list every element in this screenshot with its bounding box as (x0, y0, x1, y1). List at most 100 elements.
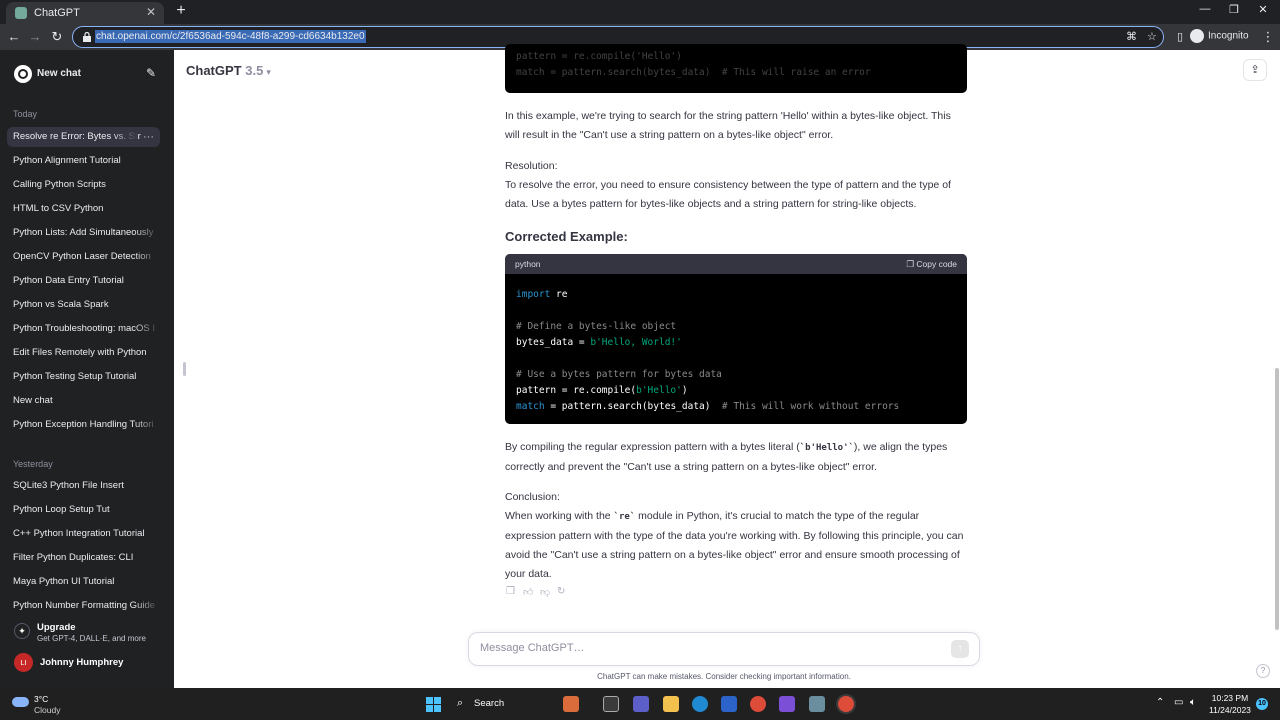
incognito-label: Incognito (1208, 30, 1249, 42)
send-button[interactable]: ↑ (951, 640, 969, 658)
browser-menu-icon[interactable]: ⋮ (1260, 29, 1276, 45)
conversation-item[interactable]: Edit Files Remotely with Python (7, 343, 160, 363)
window-close-icon[interactable]: ✕ (1248, 3, 1278, 16)
conversation-title: New chat (13, 395, 53, 406)
thumbs-up-icon[interactable]: 👍︎ (523, 586, 533, 598)
incognito-eye-icon[interactable]: ⌘ (1126, 30, 1137, 43)
chatgpt-favicon-icon (15, 7, 27, 19)
conversation-item[interactable]: Python Number Formatting Guide (7, 596, 160, 616)
section-label-today: Today (13, 109, 38, 119)
browser-tab[interactable]: ChatGPT ✕ (6, 2, 164, 24)
edit-icon[interactable]: ✎ (146, 66, 156, 80)
code-line: # Use a bytes pattern for bytes data (516, 369, 722, 380)
system-clock[interactable]: 10:23 PM 11/24/2023 (1209, 692, 1251, 716)
clipboard-icon: ❐ (906, 259, 914, 269)
site-info-icon[interactable] (82, 32, 92, 42)
code-line: pattern = re.compile(b'Hello') (516, 385, 688, 396)
conversation-title: Python Data Entry Tutorial (13, 275, 124, 286)
search-icon: ⌕ (457, 697, 464, 709)
conversation-item[interactable]: Filter Python Duplicates: CLI (7, 548, 160, 568)
disclaimer-text: ChatGPT can make mistakes. Consider chec… (597, 672, 851, 681)
conversation-item[interactable]: C++ Python Integration Tutorial (7, 524, 160, 544)
conversation-title: Python vs Scala Spark (13, 299, 109, 310)
tray-chevron-icon[interactable]: ⌃ (1156, 697, 1164, 708)
conversation-item[interactable]: Calling Python Scripts (7, 175, 160, 195)
conversation-item[interactable]: Python Lists: Add Simultaneously (7, 223, 160, 243)
upgrade-button[interactable]: ✦ Upgrade Get GPT-4, DALL·E, and more (7, 619, 160, 647)
resolution-label: Resolution: (505, 160, 558, 172)
conversation-item[interactable]: Python Troubleshooting: macOS I (7, 319, 160, 339)
regenerate-icon[interactable]: ↻ (557, 586, 565, 597)
copy-code-label: Copy code (916, 259, 957, 269)
conversation-item[interactable]: Python vs Scala Spark (7, 295, 160, 315)
example-paragraph: In this example, we're trying to search … (505, 110, 951, 141)
message-input[interactable] (480, 642, 920, 654)
conversation-item[interactable]: Resolve re Error: Bytes vs. Str ··· (7, 127, 160, 147)
reload-button[interactable]: ↻ (49, 29, 65, 45)
model-selector[interactable]: ChatGPT 3.5 ▾ (186, 63, 271, 78)
task-view-icon[interactable] (603, 696, 619, 712)
minimize-icon[interactable]: — (1190, 3, 1220, 15)
chrome-active-icon[interactable] (838, 696, 854, 712)
conversation-title: Python Loop Setup Tut (13, 504, 110, 515)
conversation-item[interactable]: New chat (7, 391, 160, 411)
volume-icon[interactable]: 🔈︎ (1190, 697, 1196, 708)
bookmark-star-icon[interactable]: ☆ (1147, 30, 1157, 43)
copy-code-button[interactable]: ❐ Copy code (906, 259, 957, 270)
windows-taskbar: 3°C Cloudy ⌕ Search ⌃ ▭ 🔈︎ 10:23 PM 11/2… (0, 688, 1280, 720)
upgrade-title: Upgrade (37, 622, 76, 633)
conversation-item[interactable]: Python Testing Setup Tutorial (7, 367, 160, 387)
network-icon[interactable]: ▭ (1174, 697, 1183, 708)
scrollbar[interactable] (1275, 368, 1279, 630)
teams-icon[interactable] (633, 696, 649, 712)
conclusion-paragraph: When working with the `re` module in Pyt… (505, 510, 964, 580)
model-version: 3.5 (245, 63, 264, 78)
notification-badge[interactable]: 10 (1256, 698, 1268, 710)
incognito-profile-button[interactable]: Incognito (1190, 29, 1249, 43)
side-panel-icon[interactable]: ▯ (1172, 29, 1188, 45)
store-icon[interactable] (721, 696, 737, 712)
taskbar-search[interactable]: ⌕ Search (452, 694, 602, 714)
restore-icon[interactable]: ❐ (1219, 3, 1249, 16)
conclusion-label: Conclusion: (505, 491, 560, 503)
thumbs-down-icon[interactable]: 👎︎ (540, 586, 550, 598)
code-language: python (515, 259, 541, 269)
user-menu-button[interactable]: LI Johnny Humphrey (7, 651, 160, 675)
edge-icon[interactable] (692, 696, 708, 712)
upgrade-subtitle: Get GPT-4, DALL·E, and more (37, 634, 146, 643)
file-explorer-icon[interactable] (663, 696, 679, 712)
chrome-icon[interactable] (750, 696, 766, 712)
forward-button[interactable]: → (27, 29, 43, 45)
back-button[interactable]: ← (6, 29, 22, 45)
conversation-item[interactable]: Python Loop Setup Tut (7, 500, 160, 520)
sparkle-icon: ✦ (14, 623, 30, 639)
conversation-item[interactable]: Python Exception Handling Tutori (7, 415, 160, 435)
url-text[interactable]: chat.openai.com/c/2f6536ad-594c-48f8-a29… (95, 30, 366, 43)
close-tab-icon[interactable]: ✕ (146, 5, 156, 19)
share-button[interactable]: ⇪ (1243, 59, 1267, 81)
conversation-item[interactable]: SQLite3 Python File Insert (7, 476, 160, 496)
tab-title: ChatGPT (34, 7, 80, 19)
widget-app-icon[interactable] (563, 696, 579, 712)
vpn-app-icon[interactable] (779, 696, 795, 712)
conversation-item[interactable]: OpenCV Python Laser Detection (7, 247, 160, 267)
conversation-item[interactable]: Maya Python UI Tutorial (7, 572, 160, 592)
compile-paragraph: By compiling the regular expression patt… (505, 441, 948, 473)
conversation-item[interactable]: HTML to CSV Python (7, 199, 160, 219)
conversation-item[interactable]: Python Data Entry Tutorial (7, 271, 160, 291)
chat-main: ChatGPT 3.5 ▾ ⇪ pattern = re.compile('Hel… (174, 44, 1280, 688)
conversation-item[interactable]: Python Alignment Tutorial (7, 151, 160, 171)
avatar: LI (14, 653, 33, 672)
corrected-example-heading: Corrected Example: (505, 229, 628, 244)
message-composer: ↑ (468, 632, 980, 666)
new-chat-button[interactable]: New chat ✎ (6, 60, 160, 88)
more-options-icon[interactable]: ··· (143, 127, 154, 147)
photos-app-icon[interactable] (809, 696, 825, 712)
help-icon[interactable]: ? (1256, 664, 1270, 678)
chevron-down-icon: ▾ (266, 67, 271, 77)
windows-start-icon[interactable] (426, 697, 441, 712)
new-tab-button[interactable]: + (172, 2, 190, 20)
sidebar-toggle-handle[interactable] (183, 362, 186, 376)
copy-message-icon[interactable]: ❐ (506, 586, 515, 597)
incognito-avatar-icon (1190, 29, 1204, 43)
